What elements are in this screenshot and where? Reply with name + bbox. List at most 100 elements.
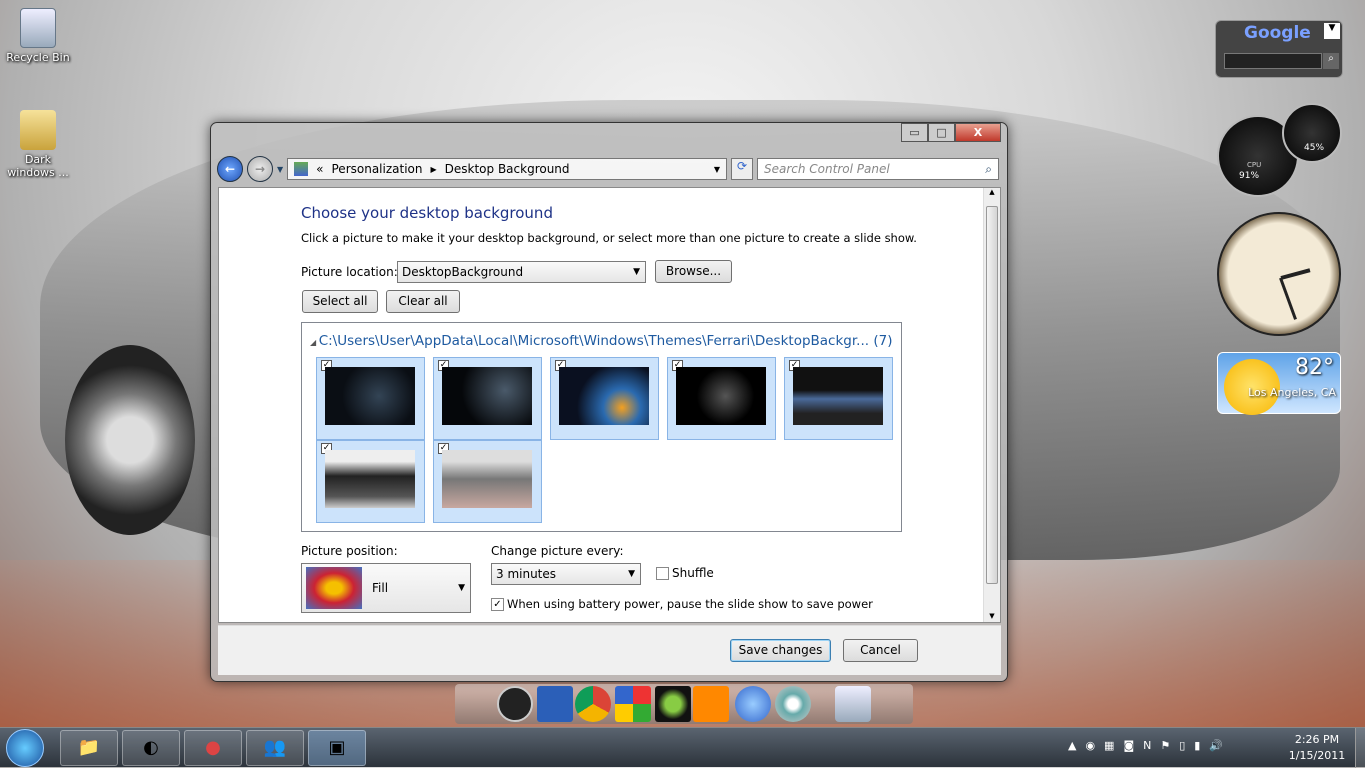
picture-gallery: ◢ C:\Users\User\AppData\Local\Microsoft\… [301, 322, 902, 532]
taskbar-control-panel[interactable]: ▣ [308, 730, 366, 766]
picture-tile[interactable]: ✓ [550, 357, 659, 440]
search-input[interactable]: Search Control Panel ⌕ [757, 158, 999, 180]
dock-icon-recycle-bin[interactable] [835, 686, 871, 722]
taskbar-app[interactable]: ◐ [122, 730, 180, 766]
taskbar-explorer[interactable]: 📁 [60, 730, 118, 766]
cpu-label: CPU [1247, 161, 1262, 169]
system-tray-icons[interactable]: ▲◉▦◙N⚑▯▮🔊 [1068, 739, 1232, 752]
folder-icon: 📁 [77, 737, 101, 758]
recent-pages-dropdown[interactable]: ▼ [277, 165, 283, 174]
picture-thumbnail [325, 367, 415, 425]
picture-tile[interactable]: ✓ [316, 357, 425, 440]
dock-icon-player[interactable] [693, 686, 729, 722]
start-button[interactable] [6, 729, 44, 767]
control-panel-icon: ▣ [328, 737, 346, 758]
dock-icon-chrome[interactable] [575, 686, 611, 722]
show-desktop-button[interactable] [1355, 728, 1365, 768]
content-pane: Choose your desktop background Click a p… [218, 187, 1001, 623]
picture-tile[interactable]: ✓ [667, 357, 776, 440]
control-panel-icon [294, 162, 309, 176]
picture-position-label: Picture position: [301, 544, 398, 558]
close-button[interactable]: X [955, 123, 1001, 142]
wallpaper-wheel [65, 345, 195, 535]
cpu-value: 91% [1239, 171, 1260, 181]
address-dropdown-icon[interactable]: ▼ [714, 165, 720, 174]
google-search-input[interactable] [1224, 53, 1322, 69]
icon-label: Dark windows ... [7, 153, 69, 179]
navigation-bar: ← → ▼ « Personalization ▶ Desktop Backgr… [217, 156, 999, 182]
clear-all-button[interactable]: Clear all [386, 290, 460, 313]
change-every-select[interactable]: 3 minutes ▼ [491, 563, 641, 585]
chrome-icon: ● [205, 737, 221, 758]
clock-minute-hand [1279, 277, 1297, 320]
weather-temp: 82° [1295, 355, 1334, 380]
desktop-icon-recycle-bin[interactable]: Recycle Bin [3, 8, 73, 64]
picture-tile[interactable]: ✓ [316, 440, 425, 523]
picture-thumbnail [442, 367, 532, 425]
breadcrumb-desktop-background[interactable]: Desktop Background [445, 162, 570, 176]
forward-button[interactable]: → [247, 156, 273, 182]
clock[interactable]: 2:26 PM 1/15/2011 [1282, 733, 1352, 762]
shuffle-checkbox[interactable] [656, 567, 669, 580]
chevron-down-icon: ▼ [458, 583, 465, 593]
picture-thumbnail [676, 367, 766, 425]
dock-icon-word[interactable] [537, 686, 573, 722]
refresh-icon[interactable]: ⟳ [731, 158, 753, 180]
weather-city: Los Angeles, CA [1248, 386, 1336, 399]
taskbar-users[interactable]: 👥 [246, 730, 304, 766]
back-button[interactable]: ← [217, 156, 243, 182]
memory-meter-gadget: 45% [1282, 103, 1342, 163]
dock-icon-windows[interactable] [615, 686, 651, 722]
picture-tile[interactable]: ✓ [784, 357, 893, 440]
scrollbar-thumb[interactable] [986, 206, 998, 584]
dropdown-icon[interactable]: ▼ [1324, 23, 1340, 39]
clock-hour-hand [1280, 268, 1311, 280]
search-icon[interactable]: ⌕ [1323, 53, 1339, 69]
minimize-button[interactable]: ▭ [901, 123, 928, 142]
page-description: Click a picture to make it your desktop … [301, 231, 917, 245]
taskbar: 📁 ◐ ● 👥 ▣ ▲◉▦◙N⚑▯▮🔊 2:26 PM 1/15/2011 [0, 727, 1365, 768]
picture-thumbnail [325, 450, 415, 508]
picture-location-select[interactable]: DesktopBackground ▼ [397, 261, 646, 283]
maximize-button[interactable]: □ [928, 123, 955, 142]
scroll-up-icon[interactable]: ▲ [984, 188, 1000, 196]
battery-label[interactable]: When using battery power, pause the slid… [507, 597, 873, 611]
browse-button[interactable]: Browse... [655, 260, 732, 283]
picture-thumbnail [559, 367, 649, 425]
chevron-right-icon[interactable]: ▶ [430, 165, 436, 174]
shuffle-label[interactable]: Shuffle [672, 566, 714, 580]
window-footer: Save changes Cancel [218, 625, 1001, 675]
dock-icon-rocketdock[interactable] [497, 686, 533, 722]
breadcrumb-personalization[interactable]: Personalization [332, 162, 423, 176]
search-icon[interactable]: ⌕ [985, 162, 992, 177]
taskbar-chrome[interactable]: ● [184, 730, 242, 766]
app-icon: ◐ [143, 737, 159, 758]
picture-tile[interactable]: ✓ [433, 357, 542, 440]
cancel-button[interactable]: Cancel [843, 639, 918, 662]
icon-label: Recycle Bin [6, 51, 70, 64]
picture-tile[interactable]: ✓ [433, 440, 542, 523]
address-bar[interactable]: « Personalization ▶ Desktop Background ▼ [287, 158, 727, 180]
scroll-down-icon[interactable]: ▼ [984, 612, 1000, 620]
dock-icon-globe[interactable] [735, 686, 771, 722]
clock-gadget [1217, 212, 1341, 336]
battery-checkbox[interactable]: ✓ [491, 598, 504, 611]
breadcrumb-overflow[interactable]: « [316, 162, 323, 176]
dock-icon-media[interactable] [655, 686, 691, 722]
weather-gadget: 82° Los Angeles, CA [1217, 352, 1341, 415]
save-changes-button[interactable]: Save changes [730, 639, 831, 662]
recycle-bin-icon [20, 8, 56, 48]
gallery-group-header[interactable]: ◢ C:\Users\User\AppData\Local\Microsoft\… [310, 333, 892, 349]
select-all-button[interactable]: Select all [302, 290, 378, 313]
position-preview-icon [306, 567, 362, 609]
users-icon: 👥 [263, 737, 287, 758]
picture-location-label: Picture location: [301, 265, 398, 279]
chevron-down-icon: ▼ [633, 267, 640, 277]
desktop-icon-dark-windows[interactable]: Dark windows ... [3, 110, 73, 179]
dock-icon-app[interactable] [775, 686, 811, 722]
picture-position-select[interactable]: Fill ▼ [301, 563, 471, 613]
picture-thumbnail [793, 367, 883, 425]
google-search-gadget: Google ▼ ⌕ [1215, 20, 1343, 78]
vertical-scrollbar[interactable]: ▲ ▼ [983, 188, 1000, 622]
group-header-text: C:\Users\User\AppData\Local\Microsoft\Wi… [318, 333, 893, 349]
